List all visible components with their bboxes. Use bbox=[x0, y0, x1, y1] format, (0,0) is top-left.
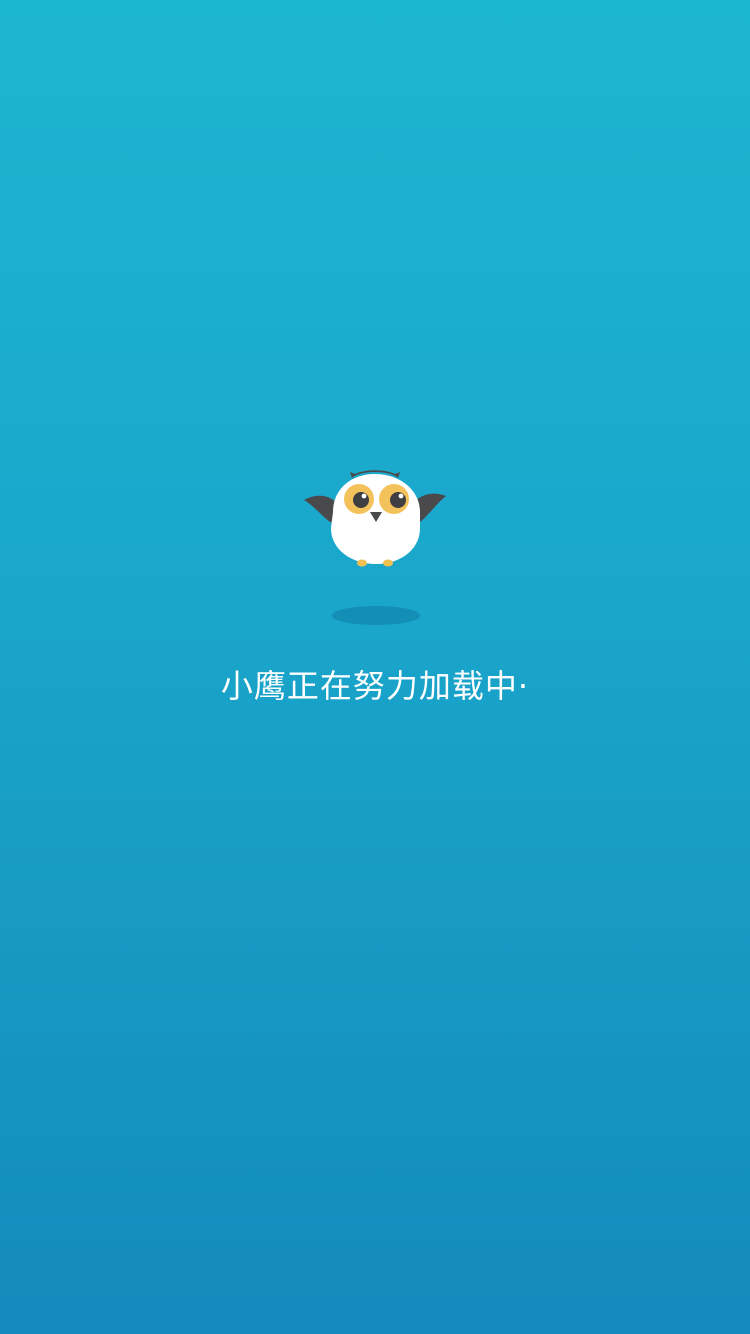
loading-message: 小鹰正在努力加载中· bbox=[220, 667, 530, 705]
loading-screen: 小鹰正在努力加载中· bbox=[0, 0, 750, 1334]
owl-left-pupil bbox=[353, 492, 369, 508]
owl-right-pupil bbox=[390, 492, 406, 508]
mascot-shadow bbox=[332, 606, 420, 625]
owl-mascot-icon bbox=[304, 470, 446, 567]
owl-left-foot bbox=[357, 559, 367, 567]
owl-right-foot bbox=[383, 559, 393, 567]
